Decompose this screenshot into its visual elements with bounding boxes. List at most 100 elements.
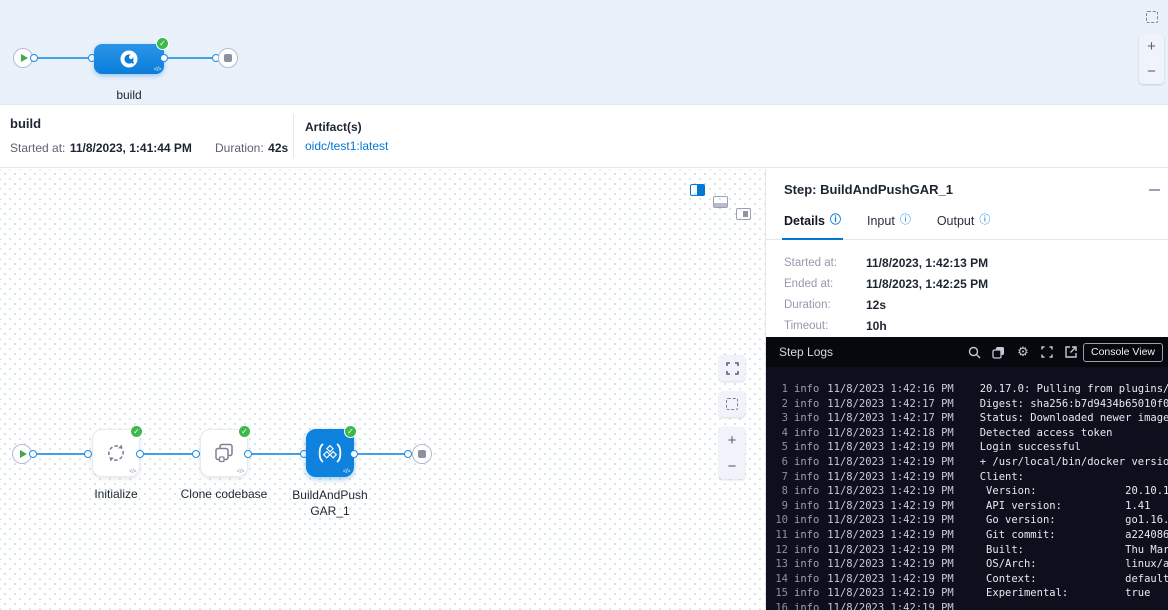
- log-level: info: [794, 499, 819, 514]
- link-port: [350, 450, 358, 458]
- log-line-number: 15: [772, 586, 788, 601]
- log-line-number: 16: [772, 601, 788, 610]
- log-timestamp: 11/8/2023 1:42:19 PM: [827, 528, 953, 543]
- step-node-buildandpushgar[interactable]: ✓ </>: [306, 429, 354, 477]
- zoom-out-button[interactable]: −: [1139, 59, 1164, 84]
- selection-mode-button[interactable]: [719, 391, 745, 417]
- log-line-number: 10: [772, 513, 788, 528]
- step-logs-header: Step Logs ⚙: [766, 337, 1168, 367]
- log-timestamp: 11/8/2023 1:42:19 PM: [827, 484, 953, 499]
- detail-value: 10h: [866, 319, 887, 333]
- layout-right-split-button[interactable]: [690, 184, 705, 196]
- log-message: Experimental: true: [980, 586, 1151, 601]
- log-line-number: 8: [772, 484, 788, 499]
- layout-right-button[interactable]: [736, 208, 751, 220]
- search-icon: [968, 346, 981, 359]
- gear-icon: ⚙: [1017, 344, 1029, 360]
- log-timestamp: 11/8/2023 1:42:16 PM: [827, 382, 953, 397]
- artifact-link[interactable]: oidc/test1:latest: [305, 139, 388, 153]
- console-view-button[interactable]: Console View: [1083, 343, 1163, 362]
- layout-fill: [743, 211, 748, 217]
- play-icon: [21, 54, 28, 62]
- open-logs-external-button[interactable]: [1059, 341, 1083, 363]
- success-badge: ✓: [156, 37, 169, 50]
- tab-output[interactable]: Output ⓘ: [937, 211, 991, 239]
- detail-label: Started at:: [784, 257, 866, 269]
- stage-summary-title: build: [10, 116, 41, 131]
- tab-input[interactable]: Input ⓘ: [867, 211, 911, 239]
- log-message: OS/Arch: linux/amd64: [980, 557, 1168, 572]
- log-line-number: 2: [772, 397, 788, 412]
- step-details-list: Started at: 11/8/2023, 1:42:13 PM Ended …: [784, 252, 988, 336]
- log-level: info: [794, 513, 819, 528]
- step-node-initialize[interactable]: ✓ </>: [92, 429, 140, 477]
- log-level: info: [794, 543, 819, 558]
- log-message: Status: Downloaded newer image for p: [980, 411, 1168, 426]
- log-timestamp: 11/8/2023 1:42:19 PM: [827, 572, 953, 587]
- graph-link: [252, 453, 302, 455]
- external-link-icon: [1065, 346, 1077, 358]
- log-timestamp: 11/8/2023 1:42:19 PM: [827, 455, 953, 470]
- log-level: info: [794, 528, 819, 543]
- info-icon: ⓘ: [979, 215, 990, 226]
- artifacts-label: Artifact(s): [305, 120, 362, 134]
- log-message: Client:: [980, 470, 1024, 485]
- log-line-number: 1: [772, 382, 788, 397]
- link-port: [244, 450, 252, 458]
- detail-value: 12s: [866, 298, 886, 312]
- step-label-clone-codebase: Clone codebase: [169, 487, 279, 501]
- fullscreen-icon: [1041, 346, 1053, 358]
- log-timestamp: 11/8/2023 1:42:19 PM: [827, 499, 953, 514]
- log-message: Digest: sha256:b7d9434b65010f038f8ec: [980, 397, 1168, 412]
- detail-label: Duration:: [784, 299, 866, 311]
- log-level: info: [794, 601, 819, 610]
- pipeline-end-node[interactable]: [218, 48, 238, 68]
- success-badge: ✓: [344, 425, 357, 438]
- log-line: 9 info 11/8/2023 1:42:19 PM API version:…: [772, 499, 1168, 514]
- ci-stage-icon: [119, 49, 139, 69]
- log-line-number: 14: [772, 572, 788, 587]
- tab-label: Input: [867, 214, 895, 228]
- zoom-in-button[interactable]: +: [719, 427, 745, 453]
- step-logs-title: Step Logs: [779, 345, 833, 359]
- log-line: 12 info 11/8/2023 1:42:19 PM Built: Thu …: [772, 543, 1168, 558]
- log-message: Login successful: [980, 440, 1081, 455]
- info-icon: ⓘ: [830, 215, 841, 226]
- graph-end-node[interactable]: [412, 444, 432, 464]
- clone-icon: [211, 440, 237, 466]
- step-node-clone-codebase[interactable]: ✓ </>: [200, 429, 248, 477]
- log-timestamp: 11/8/2023 1:42:19 PM: [827, 601, 953, 610]
- log-message: Context: default: [980, 572, 1168, 587]
- log-line: 7 info 11/8/2023 1:42:19 PM Client:: [772, 470, 1168, 485]
- expand-logs-button[interactable]: [1035, 341, 1059, 363]
- log-timestamp: 11/8/2023 1:42:19 PM: [827, 586, 953, 601]
- divider: [293, 114, 294, 158]
- refresh-icon: [103, 440, 129, 466]
- copy-logs-button[interactable]: [987, 341, 1011, 363]
- layout-bottom-button[interactable]: [713, 196, 728, 208]
- fit-to-screen-button[interactable]: [719, 355, 745, 381]
- log-timestamp: 11/8/2023 1:42:17 PM: [827, 397, 953, 412]
- log-line-number: 6: [772, 455, 788, 470]
- tab-label: Details: [784, 214, 825, 228]
- graph-link: [144, 453, 194, 455]
- log-timestamp: 11/8/2023 1:42:19 PM: [827, 543, 953, 558]
- minimize-panel-button[interactable]: [1149, 189, 1160, 191]
- step-label-buildandpushgar: BuildAndPushGAR_1: [289, 487, 371, 519]
- log-line-number: 4: [772, 426, 788, 441]
- log-line-number: 11: [772, 528, 788, 543]
- stage-node-build[interactable]: ✓ </>: [94, 44, 164, 74]
- search-logs-button[interactable]: [963, 341, 987, 363]
- execution-graph-canvas[interactable]: ✓ </> ✓ </> ✓ </> Initialize Clone codeb…: [0, 169, 766, 610]
- copy-icon: [992, 346, 1005, 359]
- step-logs-body[interactable]: 1 info 11/8/2023 1:42:16 PM 20.17.0: Pul…: [766, 367, 1168, 610]
- log-level: info: [794, 426, 819, 441]
- log-settings-button[interactable]: ⚙: [1011, 341, 1035, 363]
- log-message: Go version: go1.16.15: [980, 513, 1168, 528]
- tab-details[interactable]: Details ⓘ: [784, 211, 841, 239]
- zoom-in-button[interactable]: +: [1139, 34, 1164, 59]
- selection-mode-button[interactable]: [1141, 6, 1163, 28]
- log-line-number: 12: [772, 543, 788, 558]
- zoom-out-button[interactable]: −: [719, 453, 745, 479]
- link-port: [160, 54, 168, 62]
